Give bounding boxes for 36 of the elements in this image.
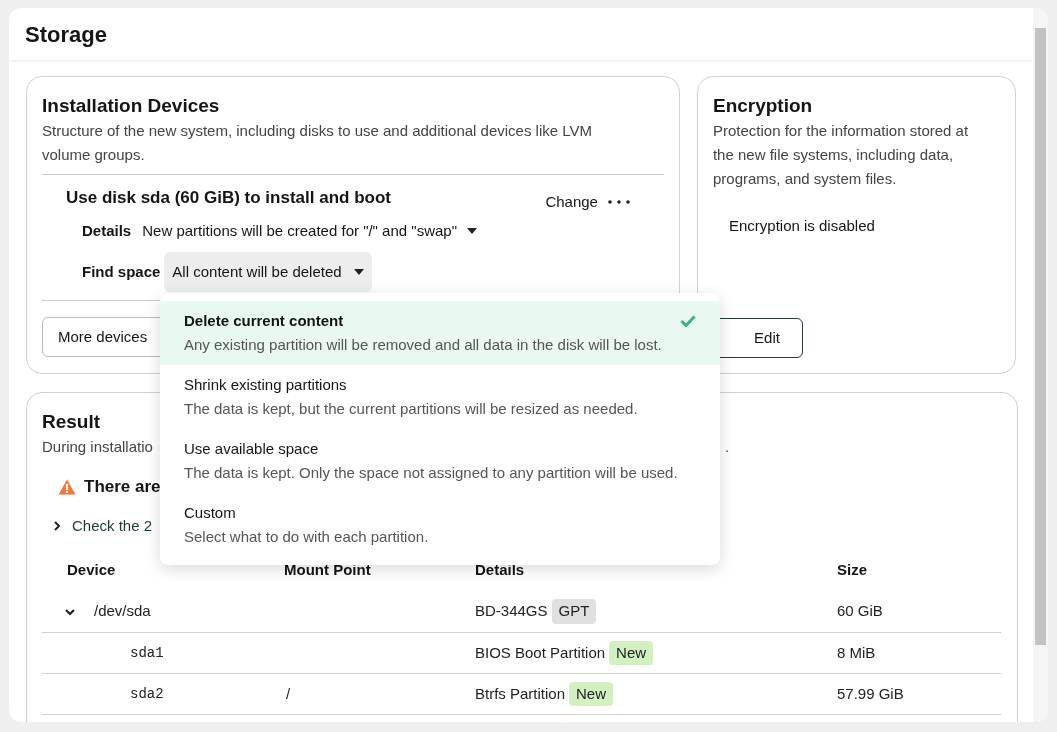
card-title: Installation Devices [42,94,221,118]
encryption-status: Encryption is disabled [728,216,876,236]
column-header: Details [475,561,525,578]
mount-point: / [286,684,291,702]
column-header: Device [67,561,116,578]
partition-details: BIOS Boot Partition [475,642,606,663]
card-description: Protection for the information stored at the new file systems, including data, programs, and system files. [712,121,970,189]
option-description: The data is kept, but the current partitions will be resized as needed. [184,399,639,419]
partition-size: 60 GiB [837,602,883,620]
option-label: Use available space [184,439,320,459]
card-description: During installatio [42,437,153,457]
option-description: Select what to do with each partition. [184,527,430,547]
card-title: Encryption [712,94,814,118]
option-label: Custom [184,503,237,523]
option-description: The data is kept. Only the space not assigned to any partition will be used. [184,463,679,483]
partition-tag: GPT [551,599,597,624]
details-label: Details [82,220,132,241]
column-header: Mount Point [284,561,371,578]
partition-details: Btrfs Partition [475,683,566,704]
find-space-label: Find space [82,261,161,282]
partition-tag: New [569,681,614,707]
device-name: /dev/sda [94,601,151,622]
partition-tag: New [609,640,654,666]
card-title: Result [42,410,101,434]
warning-text: There are [84,476,161,498]
description-end: . [724,437,730,457]
option-label: Shrink existing partitions [184,375,348,395]
column-header: Size [837,561,867,578]
partition-size: 8 MiB [837,643,876,661]
partition-size: 57.99 GiB [837,684,904,702]
device-name: sda1 [130,643,164,663]
card-description: Structure of the new system, including disks to use and additional devices like LVM volume groups. [42,121,593,165]
disk-summary: Use disk sda (60 GiB) to install and boot [66,187,391,209]
device-name: sda2 [130,684,164,704]
page-title: Storage [25,20,107,49]
partition-details: BD-344GS [475,601,548,622]
